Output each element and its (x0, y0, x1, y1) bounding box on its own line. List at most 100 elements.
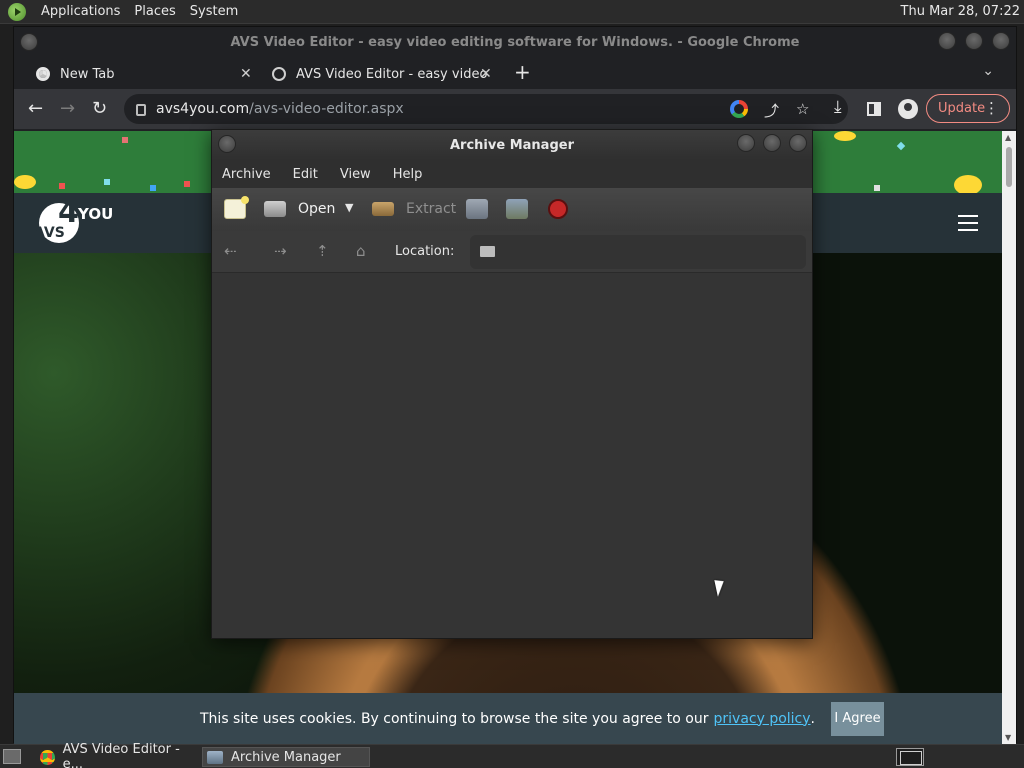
forward-arrow-icon: ⇢ (274, 242, 287, 260)
menu-system[interactable]: System (183, 4, 245, 19)
avs4you-logo[interactable]: 4 AVS YOU (34, 195, 113, 245)
tab-label: New Tab (60, 66, 115, 82)
tab-strip: New Tab ✕ AVS Video Editor - easy video … (14, 57, 1016, 89)
distro-logo-icon[interactable] (8, 2, 26, 21)
more-menu-icon[interactable]: ⋮ (984, 99, 999, 117)
minimize-button[interactable] (737, 134, 755, 152)
task-archive-manager[interactable]: Archive Manager (202, 747, 370, 767)
workspace-switcher[interactable] (896, 748, 924, 766)
globe-icon (272, 67, 286, 81)
logo-avs: AVS (34, 225, 65, 241)
archive-toolbar: Open ▼ Extract (212, 188, 812, 231)
tab-label: AVS Video Editor - easy video (296, 66, 488, 82)
confetti-piece (874, 185, 880, 191)
confetti-piece (59, 183, 65, 189)
tab-close-icon[interactable]: ✕ (240, 66, 252, 82)
page-scrollbar[interactable]: ▲ ▼ (1002, 131, 1016, 744)
archive-manager-window: Archive Manager Archive Edit View Help O… (211, 129, 813, 639)
show-desktop-icon[interactable] (3, 749, 21, 764)
close-button[interactable] (789, 134, 807, 152)
maximize-button[interactable] (965, 32, 983, 50)
share-icon[interactable]: ⤴ (764, 100, 779, 121)
menu-help[interactable]: Help (382, 167, 434, 182)
confetti-piece (834, 131, 856, 141)
scroll-up-arrow-icon[interactable]: ▲ (1005, 133, 1011, 142)
location-label: Location: (395, 244, 455, 259)
url-path: /avs-video-editor.aspx (249, 101, 404, 117)
url-text[interactable]: avs4you.com/avs-video-editor.aspx (156, 101, 404, 117)
chrome-icon (40, 749, 55, 765)
confetti-piece (954, 175, 982, 193)
open-archive-icon[interactable] (264, 201, 286, 217)
privacy-policy-link[interactable]: privacy policy (714, 711, 811, 727)
stop-icon (548, 199, 568, 219)
download-icon[interactable]: ⤓ (834, 97, 842, 117)
logo-you: YOU (78, 205, 114, 223)
panel-clock[interactable]: Thu Mar 28, 07:22 (901, 4, 1024, 19)
confetti-piece (14, 175, 36, 189)
confetti-piece (896, 141, 906, 151)
reload-button[interactable]: ↻ (92, 98, 107, 119)
tab-close-icon[interactable]: ✕ (480, 66, 492, 82)
chrome-icon (36, 67, 50, 81)
menu-view[interactable]: View (329, 167, 382, 182)
minimize-button[interactable] (938, 32, 956, 50)
maximize-button[interactable] (763, 134, 781, 152)
address-bar[interactable]: avs4you.com/avs-video-editor.aspx ⤴ ☆ (124, 94, 848, 124)
task-label: AVS Video Editor - e... (62, 742, 180, 768)
new-archive-icon[interactable] (224, 196, 249, 219)
hamburger-menu-icon[interactable] (958, 215, 978, 231)
browser-toolbar: ← → ↻ avs4you.com/avs-video-editor.aspx … (14, 89, 1016, 129)
archive-titlebar[interactable]: Archive Manager (212, 130, 812, 160)
menu-edit[interactable]: Edit (282, 167, 329, 182)
scrollbar-thumb[interactable] (1006, 147, 1012, 187)
archive-window-title: Archive Manager (450, 137, 574, 153)
menu-archive[interactable]: Archive (212, 167, 282, 182)
extract-button-label: Extract (406, 201, 457, 217)
open-button-label[interactable]: Open (298, 201, 335, 217)
archive-manager-icon (207, 750, 223, 764)
update-label: Update (938, 101, 986, 116)
cookie-text: This site uses cookies. By continuing to… (200, 710, 709, 727)
back-arrow-icon: ⇠ (224, 242, 237, 260)
confetti-piece (150, 185, 156, 191)
back-button[interactable]: ← (28, 98, 43, 119)
open-dropdown-arrow-icon[interactable]: ▼ (345, 201, 353, 214)
new-tab-button[interactable]: + (514, 60, 531, 84)
tab-new-tab[interactable]: New Tab ✕ (36, 59, 264, 89)
tab-avs-video-editor[interactable]: AVS Video Editor - easy video ✕ (272, 59, 492, 89)
archive-menubar: Archive Edit View Help (212, 160, 812, 188)
folder-icon (480, 246, 495, 257)
top-panel: Applications Places System Thu Mar 28, 0… (0, 0, 1024, 24)
menu-applications[interactable]: Applications (34, 4, 127, 19)
confetti-piece (122, 137, 128, 143)
google-lens-icon[interactable] (730, 100, 748, 118)
add-folder-icon (506, 199, 528, 219)
home-icon: ⌂ (356, 242, 366, 260)
scroll-down-arrow-icon[interactable]: ▼ (1005, 733, 1011, 742)
task-label: Archive Manager (231, 749, 341, 765)
location-field[interactable] (470, 235, 806, 269)
chrome-titlebar[interactable]: AVS Video Editor - easy video editing so… (14, 27, 1016, 57)
tab-search-chevron-icon[interactable]: ⌄ (982, 63, 994, 79)
window-menu-button[interactable] (20, 33, 38, 51)
close-button[interactable] (992, 32, 1010, 50)
i-agree-button[interactable]: I Agree (831, 701, 884, 736)
extract-icon (372, 202, 394, 216)
update-button[interactable]: Update ⋮ (926, 94, 1010, 123)
side-panel-icon[interactable] (867, 102, 881, 116)
forward-button[interactable]: → (60, 98, 75, 119)
menu-places[interactable]: Places (127, 4, 182, 19)
bottom-taskbar: AVS Video Editor - e... Archive Manager (0, 742, 1024, 768)
confetti-piece (184, 181, 190, 187)
cookie-banner: This site uses cookies. By continuing to… (14, 693, 1002, 744)
cookie-period: . (810, 710, 815, 727)
bookmark-star-icon[interactable]: ☆ (796, 100, 809, 118)
task-chrome[interactable]: AVS Video Editor - e... (36, 742, 198, 768)
chrome-window-title: AVS Video Editor - easy video editing so… (230, 34, 800, 50)
lock-icon[interactable] (136, 104, 146, 116)
url-host: avs4you.com (156, 101, 250, 117)
window-menu-button[interactable] (218, 135, 236, 153)
add-files-icon (466, 199, 488, 219)
profile-avatar-icon[interactable] (898, 99, 918, 119)
